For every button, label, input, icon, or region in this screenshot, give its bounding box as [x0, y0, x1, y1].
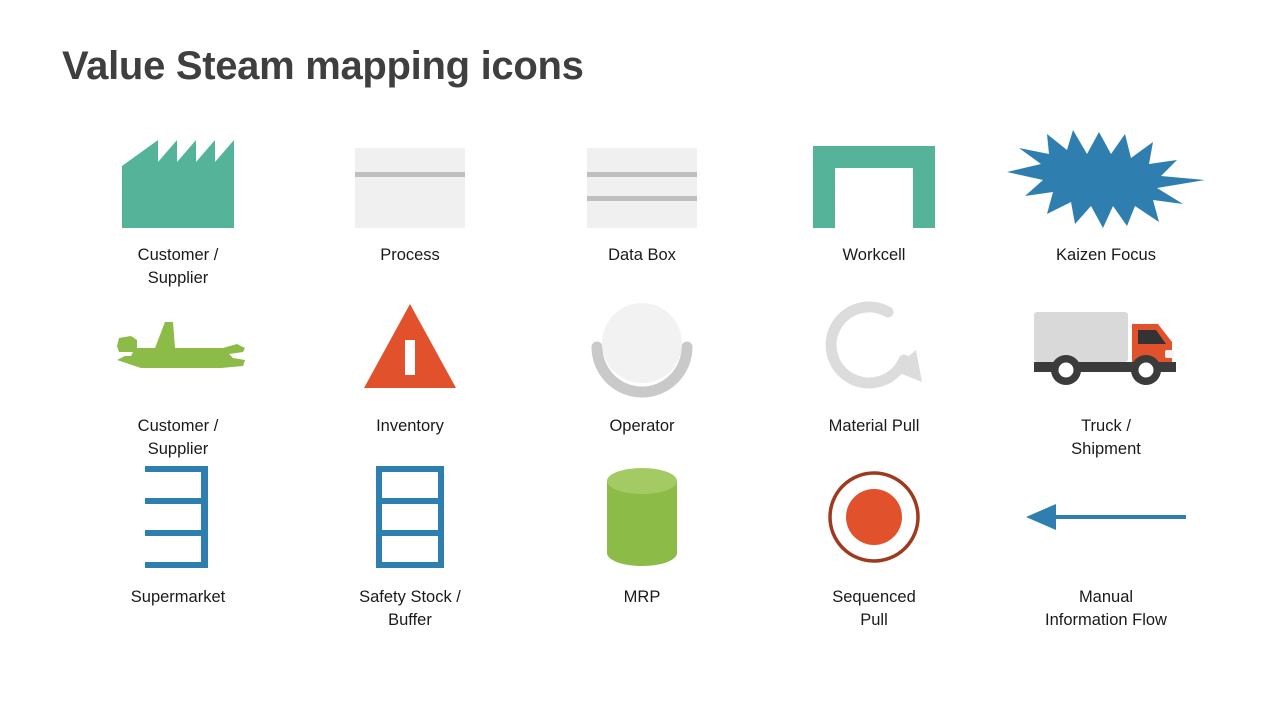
safety-stock-icon — [294, 462, 526, 572]
icon-caption: MRP — [623, 587, 661, 606]
icon-caption: Customer / Supplier — [137, 246, 219, 288]
icon-caption: Process — [380, 246, 440, 264]
icon-caption: Customer / Supplier — [137, 416, 219, 459]
icon-cell-process[interactable]: Process — [294, 118, 526, 291]
process-box-icon — [294, 118, 526, 228]
icon-caption: Truck / Shipment — [1071, 416, 1141, 459]
icon-caption: Manual Information Flow — [1045, 587, 1167, 630]
manual-info-flow-arrow-icon — [990, 462, 1222, 572]
icon-caption: Inventory — [376, 416, 444, 435]
icon-cell-workcell[interactable]: Workcell — [758, 118, 990, 291]
material-pull-arrow-icon — [758, 291, 990, 401]
page-title: Value Steam mapping icons — [62, 44, 584, 88]
icon-cell-customer-supplier-factory[interactable]: Customer / Supplier — [62, 118, 294, 291]
data-box-icon — [526, 118, 758, 228]
slide-canvas: Value Steam mapping icons Customer / Sup… — [0, 0, 1280, 720]
icon-cell-supermarket[interactable]: Supermarket — [62, 462, 294, 633]
inventory-triangle-icon — [294, 291, 526, 401]
icon-caption: Material Pull — [828, 416, 920, 435]
icon-caption: Operator — [609, 416, 675, 435]
icon-caption: Kaizen Focus — [1056, 246, 1156, 264]
sequenced-pull-icon — [758, 462, 990, 572]
icon-cell-truck-shipment[interactable]: Truck / Shipment — [990, 291, 1222, 462]
icon-caption: Sequenced Pull — [832, 587, 916, 630]
icon-cell-mrp[interactable]: MRP — [526, 462, 758, 633]
truck-icon — [990, 291, 1222, 401]
factory-icon — [62, 118, 294, 228]
workcell-icon — [758, 118, 990, 228]
icon-cell-customer-supplier-airplane[interactable]: Customer / Supplier — [62, 291, 294, 462]
kaizen-burst-icon — [990, 118, 1222, 228]
operator-icon — [526, 291, 758, 401]
icon-cell-kaizen-focus[interactable]: Kaizen Focus — [990, 118, 1222, 291]
icon-cell-manual-information-flow[interactable]: Manual Information Flow — [990, 462, 1222, 633]
mrp-cylinder-icon — [526, 462, 758, 572]
icon-cell-operator[interactable]: Operator — [526, 291, 758, 462]
supermarket-icon — [62, 462, 294, 572]
icon-cell-material-pull[interactable]: Material Pull — [758, 291, 990, 462]
icon-cell-safety-stock-buffer[interactable]: Safety Stock / Buffer — [294, 462, 526, 633]
airplane-icon — [62, 291, 294, 401]
icon-grid: Customer / Supplier Process Data Box Wor… — [62, 118, 1222, 633]
icon-caption: Workcell — [842, 246, 906, 264]
icon-caption: Supermarket — [130, 587, 226, 606]
icon-cell-inventory[interactable]: Inventory — [294, 291, 526, 462]
icon-caption: Safety Stock / Buffer — [359, 587, 461, 630]
icon-cell-data-box[interactable]: Data Box — [526, 118, 758, 291]
icon-caption: Data Box — [608, 246, 676, 264]
icon-cell-sequenced-pull[interactable]: Sequenced Pull — [758, 462, 990, 633]
